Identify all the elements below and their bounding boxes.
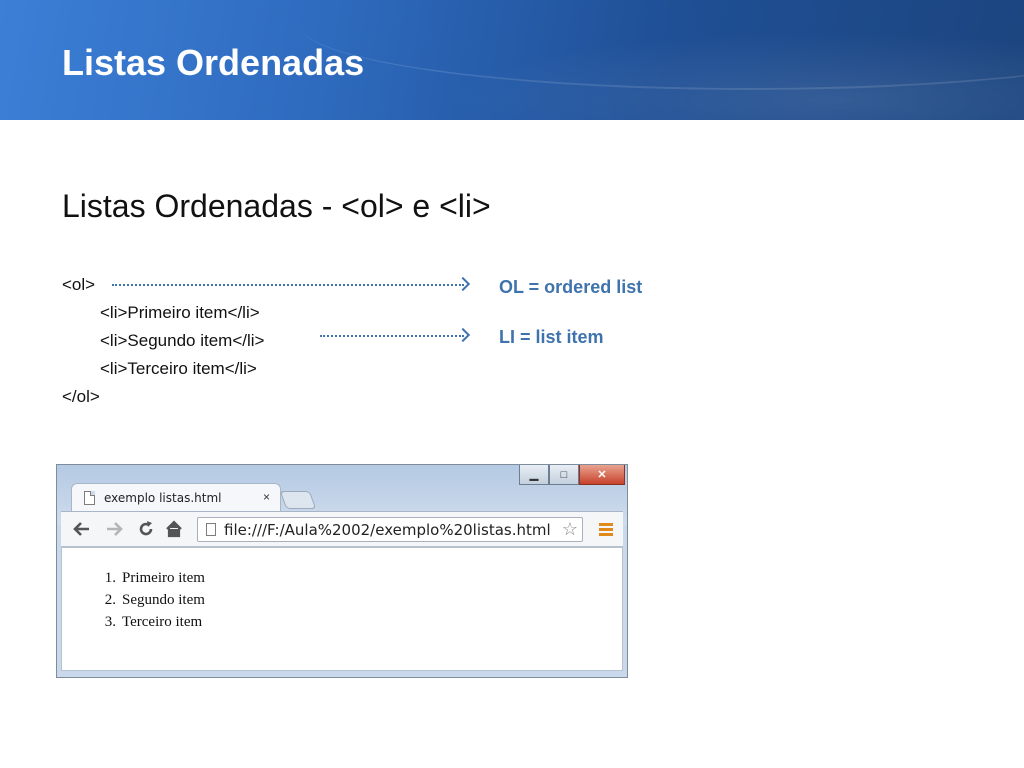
- back-arrow-icon[interactable]: [73, 521, 91, 537]
- browser-toolbar: file:///F:/Aula%2002/exemplo%20listas.ht…: [61, 511, 623, 547]
- list-item-number: 1.: [104, 570, 116, 586]
- arrow-ol-line: [112, 284, 464, 286]
- list-item-text: Segundo item: [122, 592, 205, 608]
- list-item-text: Terceiro item: [122, 614, 203, 630]
- page-icon: [84, 491, 95, 505]
- annotation-li: LI = list item: [499, 327, 604, 347]
- page-icon: [206, 523, 216, 536]
- forward-arrow-icon[interactable]: [105, 521, 123, 537]
- list-item-number: 3.: [104, 614, 116, 630]
- arrow-li: [320, 327, 471, 343]
- star-icon[interactable]: ☆: [562, 519, 578, 540]
- code-li-3: <li>Terceiro item</li>: [100, 359, 257, 378]
- browser-screenshot: ▁ □ ✕ exemplo listas.html × file:///F:/A…: [56, 464, 628, 678]
- annotation-ol: OL = ordered list: [499, 277, 643, 297]
- list-item: 2. Segundo item: [92, 592, 205, 609]
- home-icon[interactable]: [165, 520, 183, 538]
- tab-title: exemplo listas.html: [104, 491, 222, 505]
- code-ol-close: </ol>: [62, 387, 100, 406]
- menu-icon[interactable]: [599, 523, 613, 536]
- url-text[interactable]: file:///F:/Aula%2002/exemplo%20listas.ht…: [224, 521, 551, 539]
- arrow-ol-head-icon: [455, 276, 471, 292]
- tab-close-icon[interactable]: ×: [263, 490, 270, 504]
- maximize-button[interactable]: □: [549, 465, 579, 485]
- slide-subtitle: Listas Ordenadas - <ol> e <li>: [62, 188, 491, 224]
- close-window-button[interactable]: ✕: [579, 465, 625, 485]
- list-item-number: 2.: [104, 592, 116, 608]
- code-li-2: <li>Segundo item</li>: [100, 331, 265, 350]
- list-item: 3. Terceiro item: [92, 614, 202, 631]
- code-ol-open: <ol>: [62, 275, 96, 294]
- minimize-button[interactable]: ▁: [519, 465, 549, 485]
- address-bar[interactable]: file:///F:/Aula%2002/exemplo%20listas.ht…: [197, 517, 583, 542]
- code-li-1: <li>Primeiro item</li>: [100, 303, 260, 322]
- browser-page-content: 1. Primeiro item 2. Segundo item 3. Terceir…: [61, 547, 623, 671]
- reload-icon[interactable]: [137, 520, 155, 538]
- new-tab-button[interactable]: [279, 491, 317, 509]
- arrow-li-head-icon: [455, 327, 471, 343]
- arrow-li-line: [320, 335, 464, 337]
- slide-header: Listas Ordenadas: [0, 0, 1024, 120]
- list-item-text: Primeiro item: [122, 570, 205, 586]
- arrow-ol: [112, 276, 471, 292]
- window-controls: ▁ □ ✕: [519, 465, 625, 485]
- list-item: 1. Primeiro item: [92, 570, 205, 587]
- browser-tab[interactable]: exemplo listas.html ×: [71, 483, 281, 511]
- slide-title: Listas Ordenadas: [62, 42, 365, 83]
